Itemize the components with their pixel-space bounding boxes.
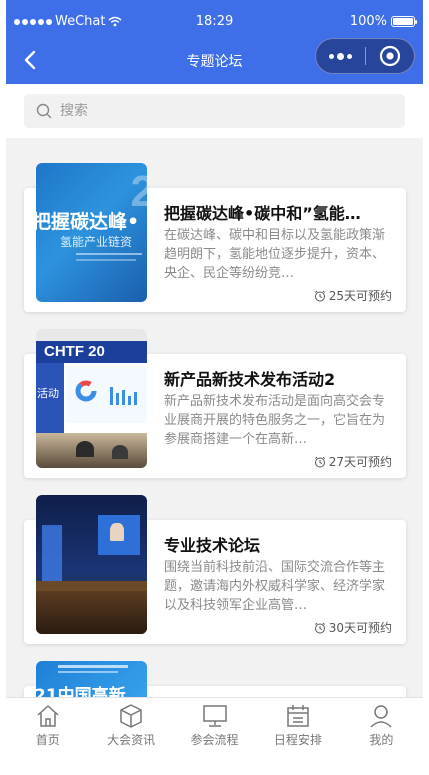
thumb-side-panel: 活动: [36, 363, 64, 433]
thumb-banner: CHTF 20: [36, 341, 147, 363]
status-bar: WeChat 18:29 100%: [6, 0, 423, 36]
tab-label: 参会流程: [190, 733, 239, 747]
thumb-speaker: [110, 523, 124, 541]
dot: [347, 53, 352, 59]
alarm-clock-icon: [314, 290, 325, 301]
card-title: 专业技术论坛: [164, 536, 261, 555]
cube-icon: [120, 704, 142, 728]
tab-label: 首页: [35, 733, 60, 747]
tab-process[interactable]: 参会流程: [173, 698, 256, 750]
monitor-icon: [202, 705, 227, 727]
thumb-side-screen: [42, 525, 62, 581]
user-icon: [370, 705, 392, 728]
close-button[interactable]: [366, 39, 414, 73]
bar-graphic: [110, 385, 137, 405]
booking-status: 27天可预约: [314, 453, 392, 470]
thumb-person: [112, 445, 128, 459]
card-title: 新产品新技术发布活动2: [164, 370, 336, 389]
search-icon: [36, 103, 52, 119]
booking-status: 25天可预约: [314, 287, 392, 304]
days-text: 27天可预约: [328, 455, 392, 469]
tab-label: 大会资讯: [107, 733, 156, 747]
tab-profile[interactable]: 我的: [340, 698, 423, 750]
thumb-stage: [36, 581, 147, 591]
tab-news[interactable]: 大会资讯: [89, 698, 172, 750]
dot: [329, 53, 334, 59]
alarm-clock-icon: [314, 622, 325, 633]
forum-list: 把握碳达峰•碳中和”氢能… 在碳达峰、碳中和目标以及氢能政策渐趋明朗下，氢能地位…: [6, 138, 423, 698]
card-description: 新产品新技术发布活动是面向高交会专业展商开展的特色服务之一，它旨在为参展商搭建一…: [164, 394, 386, 447]
thumb-person: [76, 441, 94, 457]
phone-screen: WeChat 18:29 100% 专题论坛 搜索 把握碳达峰•碳中和”氢能… …: [6, 0, 423, 750]
tab-bar: 首页 大会资讯 参会流程 日程安排 我的: [6, 697, 423, 750]
days-text: 25天可预约: [328, 289, 392, 303]
battery-percent: 100%: [349, 14, 387, 29]
thumb-headline: 21中国高新: [36, 686, 126, 698]
tab-schedule[interactable]: 日程安排: [256, 698, 339, 750]
thumb-screen: [66, 367, 147, 423]
thumb-rule: [76, 253, 142, 255]
home-icon: [37, 705, 59, 727]
thumb-rule: [58, 671, 118, 673]
thumb-floor: [36, 591, 147, 634]
card-description: 围绕当前科技前沿、国际交流合作等主题，邀请海内外权威科学家、经济学家以及科技领军…: [164, 560, 386, 613]
card-thumbnail[interactable]: CHTF 20 活动: [36, 329, 147, 468]
dot: [337, 52, 344, 60]
thumb-headline: 把握碳达峰•: [36, 211, 140, 233]
thumb-side-text: 活动: [37, 387, 59, 400]
thumb-ceiling: [36, 329, 147, 341]
nav-bar: 专题论坛: [6, 36, 423, 84]
search-bar-area: [6, 84, 423, 138]
thumb-rule: [58, 665, 128, 668]
card-title: 把握碳达峰•碳中和”氢能…: [164, 204, 361, 223]
app-header: WeChat 18:29 100% 专题论坛: [6, 0, 423, 84]
battery-icon: [391, 16, 417, 27]
thumb-banner-text: CHTF 20: [44, 343, 105, 360]
tab-label: 我的: [369, 733, 394, 747]
search-box[interactable]: [24, 94, 405, 128]
days-text: 30天可预约: [328, 621, 392, 635]
tab-home[interactable]: 首页: [6, 698, 89, 750]
tab-label: 日程安排: [273, 733, 322, 747]
calendar-icon: [287, 705, 309, 727]
booking-status: 30天可预约: [314, 619, 392, 636]
mini-program-capsule: [315, 38, 415, 74]
alarm-clock-icon: [314, 456, 325, 467]
donut-graphic: [75, 380, 97, 402]
card-description: 在碳达峰、碳中和目标以及氢能政策渐趋明朗下，氢能地位逐步提升，资本、央企、民企等…: [164, 228, 386, 281]
target-close-icon: [379, 45, 401, 67]
card-thumbnail[interactable]: 21中国高新: [36, 661, 147, 698]
thumb-rule: [76, 259, 136, 261]
card-thumbnail[interactable]: [36, 495, 147, 634]
more-button[interactable]: [316, 39, 365, 73]
search-input[interactable]: [60, 103, 360, 119]
battery: 100%: [349, 14, 417, 29]
card-thumbnail[interactable]: 2 把握碳达峰• 氢能产业链资: [36, 163, 147, 302]
thumb-subline: 氢能产业链资: [60, 235, 133, 249]
